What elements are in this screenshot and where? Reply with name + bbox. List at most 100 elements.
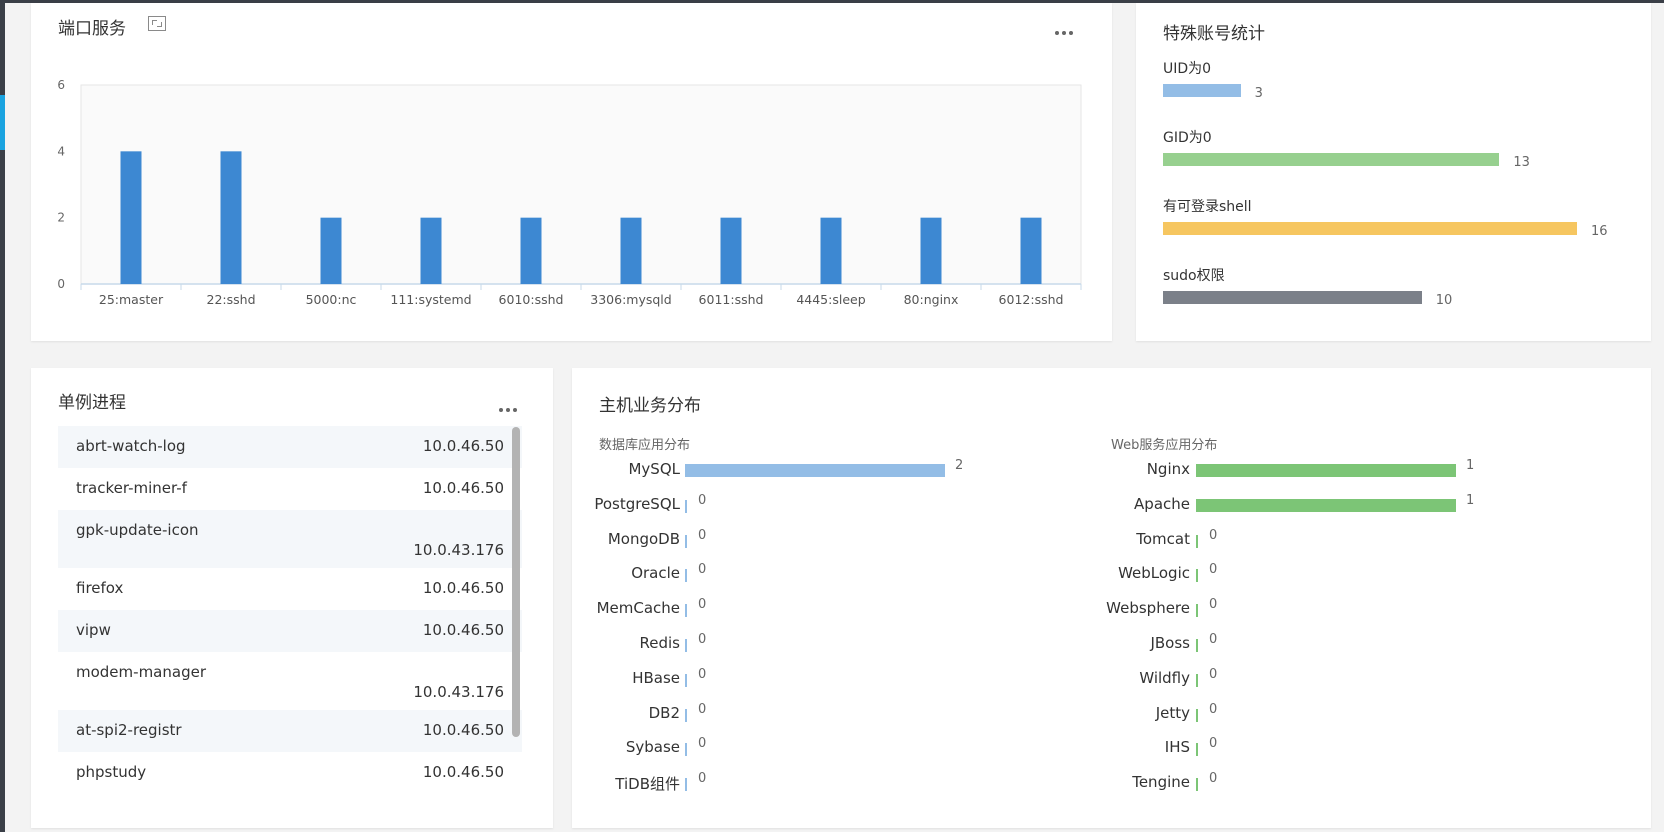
y-tick-label: 6 [57,78,65,92]
app-label: Jetty [1155,703,1190,722]
app-label: MongoDB [607,529,680,548]
x-tick-label: 5000:nc [306,292,357,307]
web-distribution-subtitle: Web服务应用分布 [1111,438,1218,453]
app-count-value: 0 [1209,736,1218,752]
process-row[interactable]: tracker-miner-f 10.0.46.50 [58,468,522,510]
single-process-title: 单例进程 [58,393,126,413]
bar-6011-sshd [720,217,742,284]
host-business-card: 主机业务分布 数据库应用分布 Web服务应用分布 MySQL 2 PostgreSQ… [572,368,1651,828]
special-accounts-card: 特殊账号统计 UID为0 3 GID为0 13 有可登录shell 16 sudo权限 10 [1136,3,1651,341]
process-row[interactable]: vipw 10.0.46.50 [58,610,522,652]
x-tick-label: 3306:mysqld [590,292,671,307]
process-host-ip: 10.0.46.50 [422,763,504,781]
process-row[interactable]: phpstudy 10.0.46.50 [58,752,522,794]
host-business-title: 主机业务分布 [599,396,701,416]
app-count-value: 0 [1209,527,1218,543]
account-stat-bar [1163,153,1500,166]
app-label: HBase [632,668,680,687]
app-count-bar [1196,743,1198,757]
process-host-ip: 10.0.46.50 [422,437,504,455]
app-count-value: 2 [955,458,964,473]
process-host-ip: 10.0.43.176 [413,541,504,559]
app-count-value: 0 [1209,597,1218,613]
process-list: abrt-watch-log 10.0.46.50 tracker-miner-f 1… [58,426,522,804]
process-name: phpstudy [76,763,147,781]
app-count-bar [1196,639,1198,652]
app-count-bar [1196,464,1456,477]
app-label: JBoss [1150,634,1190,652]
process-row[interactable]: firefox 10.0.46.50 [58,568,522,610]
process-name: gpk-update-icon [76,521,199,539]
app-label: PostgreSQL [594,494,680,513]
account-stat-value: 13 [1513,155,1530,170]
side-nav-active-indicator [0,95,5,150]
process-name: firefox [76,579,124,597]
process-name: modem-manager [76,663,206,681]
app-count-value: 0 [1209,771,1218,787]
app-count-value: 0 [698,701,707,717]
account-stat-label: GID为0 [1163,130,1212,146]
app-label: Wildfly [1139,668,1190,687]
special-accounts-title: 特殊账号统计 [1163,24,1265,44]
x-tick-label: 4445:sleep [796,292,865,307]
app-count-bar [1196,778,1198,792]
bar-5000-nc [320,217,342,284]
process-row[interactable]: at-spi2-registr 10.0.46.50 [58,710,522,752]
account-stat-label: 有可登录shell [1163,199,1252,215]
bar-25-master [120,151,142,284]
app-count-value: 0 [1209,666,1218,682]
app-count-value: 0 [1209,701,1218,717]
app-label: Oracle [631,564,680,583]
y-tick-label: 2 [57,211,65,225]
account-stat-label: UID为0 [1163,61,1212,77]
app-label: DB2 [648,703,680,722]
bar-80-nginx [920,217,942,284]
account-stat-value: 10 [1435,293,1453,308]
process-row[interactable]: modem-manager 10.0.43.176 [58,652,522,710]
app-count-value: 0 [698,736,707,752]
more-options-icon[interactable] [499,405,521,415]
account-stat-bar [1163,291,1422,304]
app-count-bar [1196,498,1456,512]
app-count-value: 0 [698,527,707,543]
process-name: at-spi2-registr [76,721,182,739]
app-count-value: 0 [698,666,707,682]
app-count-bar [685,534,687,548]
app-count-value: 0 [698,632,707,647]
bar-4445-sleep [820,217,842,284]
app-count-value: 0 [1209,632,1218,647]
app-label: WebLogic [1118,564,1190,583]
account-stat-label: sudo权限 [1163,268,1225,284]
app-count-bar [685,639,687,652]
y-tick-label: 0 [57,277,65,291]
process-host-ip: 10.0.46.50 [422,621,504,639]
app-count-bar [685,743,687,757]
x-tick-label: 6010:sshd [499,292,564,307]
app-label: TiDB组件 [615,775,680,794]
db-distribution-subtitle: 数据库应用分布 [599,438,691,453]
app-count-bar [685,499,687,513]
x-tick-label: 25:master [99,292,164,307]
x-tick-label: 6012:sshd [999,292,1064,307]
app-count-bar [1196,534,1198,548]
app-label: IHS [1164,738,1190,757]
app-label: Apache [1134,494,1190,513]
process-host-ip: 10.0.46.50 [422,479,504,497]
app-label: Redis [639,634,680,652]
single-process-card: 单例进程 abrt-watch-log 10.0.46.50 tracker-min… [31,368,553,828]
account-stat-bar [1163,222,1577,235]
process-row[interactable]: gpk-update-icon 10.0.43.176 [58,510,522,568]
app-count-bar [685,569,687,583]
process-list-scrollbar[interactable] [512,427,520,737]
process-host-ip: 10.0.46.50 [422,721,504,739]
app-count-bar [685,778,687,792]
app-count-value: 1 [1466,458,1475,473]
x-tick-label: 22:sshd [207,292,256,307]
process-name: abrt-watch-log [76,437,186,455]
x-tick-label: 111:systemd [390,292,471,307]
port-bar-chart: 0 2 4 6 25:master 22:sshd 5000:nc 111:systemd 60… [57,78,1082,307]
x-tick-label: 80:nginx [904,292,959,307]
app-count-value: 0 [698,771,707,787]
process-row[interactable]: abrt-watch-log 10.0.46.50 [58,426,522,468]
process-host-ip: 10.0.46.50 [422,579,504,597]
